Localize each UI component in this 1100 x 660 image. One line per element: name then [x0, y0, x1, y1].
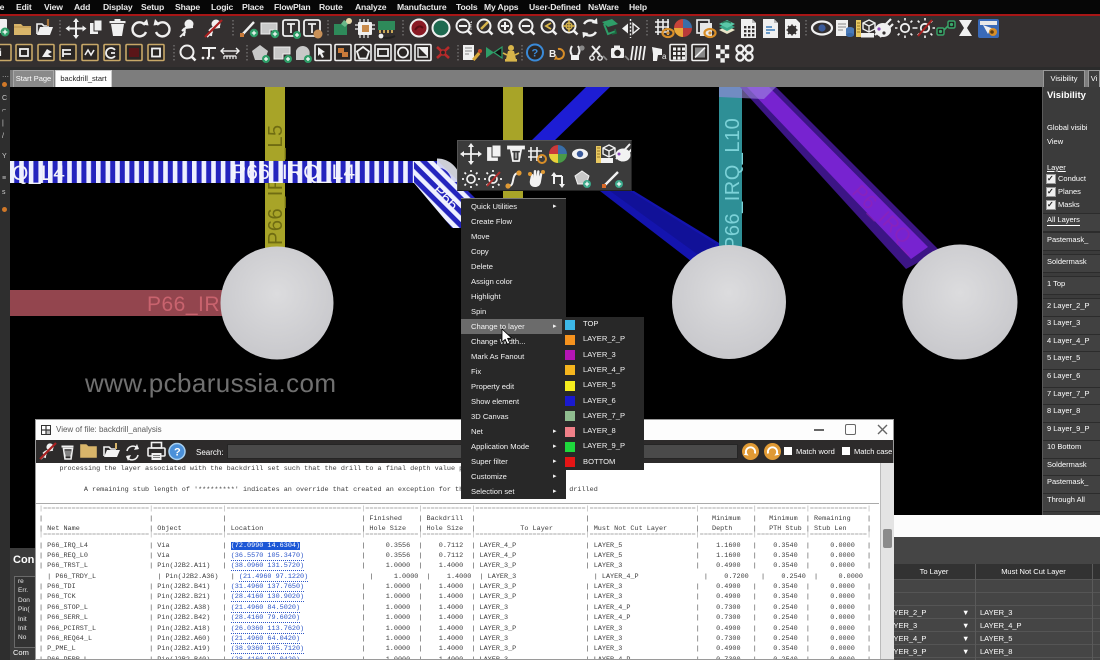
- svg-text:P66_IRQ_L4: P66_IRQ_L4: [232, 161, 356, 184]
- svg-text:?: ?: [532, 48, 539, 60]
- svg-text:P66_IRQ_L10: P66_IRQ_L10: [722, 118, 744, 250]
- svg-text:i: i: [0, 48, 2, 59]
- svg-text:Search:: Search:: [196, 448, 224, 457]
- svg-text:a: a: [662, 52, 667, 61]
- svg-text:www.pcbarussia.com: www.pcbarussia.com: [84, 368, 336, 398]
- svg-text:?: ?: [174, 447, 181, 459]
- svg-text:Q_L4: Q_L4: [12, 162, 65, 185]
- svg-text:P66_IRQ_L5: P66_IRQ_L5: [265, 124, 287, 245]
